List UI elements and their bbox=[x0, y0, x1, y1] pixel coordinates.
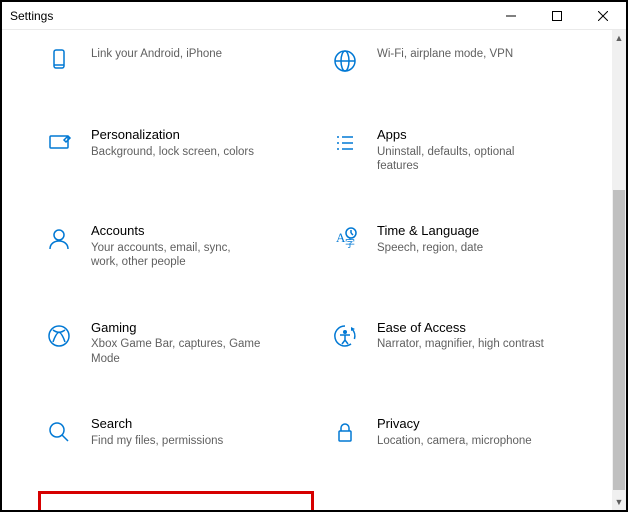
category-ease-of-access[interactable]: Ease of Access Narrator, magnifier, high… bbox=[324, 313, 600, 373]
category-network[interactable]: Wi-Fi, airplane mode, VPN bbox=[324, 38, 600, 84]
category-title: Apps bbox=[377, 127, 547, 143]
ease-of-access-icon bbox=[329, 320, 361, 352]
globe-icon bbox=[329, 45, 361, 77]
category-title: Search bbox=[91, 416, 223, 432]
category-title: Privacy bbox=[377, 416, 532, 432]
xbox-icon bbox=[43, 320, 75, 352]
time-language-icon: A字 bbox=[329, 223, 361, 255]
category-desc: Speech, region, date bbox=[377, 241, 483, 255]
category-desc: Xbox Game Bar, captures, Game Mode bbox=[91, 337, 261, 366]
close-button[interactable] bbox=[580, 2, 626, 30]
category-title: Accounts bbox=[91, 223, 261, 239]
category-personalization[interactable]: Personalization Background, lock screen,… bbox=[38, 120, 314, 180]
category-title: Personalization bbox=[91, 127, 254, 143]
category-desc: Uninstall, defaults, optional features bbox=[377, 145, 547, 174]
apps-list-icon bbox=[329, 127, 361, 159]
settings-content: Link your Android, iPhone Wi-Fi, airplan… bbox=[2, 30, 612, 510]
lock-icon bbox=[329, 416, 361, 448]
category-accounts[interactable]: Accounts Your accounts, email, sync, wor… bbox=[38, 216, 314, 276]
category-desc: Find my files, permissions bbox=[91, 434, 223, 448]
settings-grid: Link your Android, iPhone Wi-Fi, airplan… bbox=[2, 30, 612, 510]
category-apps[interactable]: Apps Uninstall, defaults, optional featu… bbox=[324, 120, 600, 180]
paintbrush-icon bbox=[43, 127, 75, 159]
svg-text:字: 字 bbox=[345, 237, 355, 250]
category-desc: Location, camera, microphone bbox=[377, 434, 532, 448]
category-title: Gaming bbox=[91, 320, 261, 336]
category-title: Ease of Access bbox=[377, 320, 544, 336]
scroll-up-arrow[interactable]: ▲ bbox=[612, 30, 626, 46]
scrollbar[interactable]: ▲ ▼ bbox=[612, 30, 626, 510]
category-privacy[interactable]: Privacy Location, camera, microphone bbox=[324, 409, 600, 455]
category-phone[interactable]: Link your Android, iPhone bbox=[38, 38, 314, 84]
category-title: Time & Language bbox=[377, 223, 483, 239]
titlebar: Settings bbox=[2, 2, 626, 30]
search-icon bbox=[43, 416, 75, 448]
minimize-button[interactable] bbox=[488, 2, 534, 30]
category-desc: Your accounts, email, sync, work, other … bbox=[91, 241, 261, 270]
window-title: Settings bbox=[10, 9, 53, 23]
scroll-down-arrow[interactable]: ▼ bbox=[612, 494, 626, 510]
category-gaming[interactable]: Gaming Xbox Game Bar, captures, Game Mod… bbox=[38, 313, 314, 373]
maximize-button[interactable] bbox=[534, 2, 580, 30]
category-desc: Narrator, magnifier, high contrast bbox=[377, 337, 544, 351]
category-time-language[interactable]: A字 Time & Language Speech, region, date bbox=[324, 216, 600, 276]
category-desc: Link your Android, iPhone bbox=[91, 47, 222, 61]
category-update-security[interactable]: Update & Security Windows Update, recove… bbox=[38, 491, 314, 510]
category-search[interactable]: Search Find my files, permissions bbox=[38, 409, 314, 455]
scroll-thumb[interactable] bbox=[613, 190, 625, 490]
category-desc: Wi-Fi, airplane mode, VPN bbox=[377, 47, 513, 61]
category-desc: Background, lock screen, colors bbox=[91, 145, 254, 159]
person-icon bbox=[43, 223, 75, 255]
phone-icon bbox=[43, 45, 75, 77]
